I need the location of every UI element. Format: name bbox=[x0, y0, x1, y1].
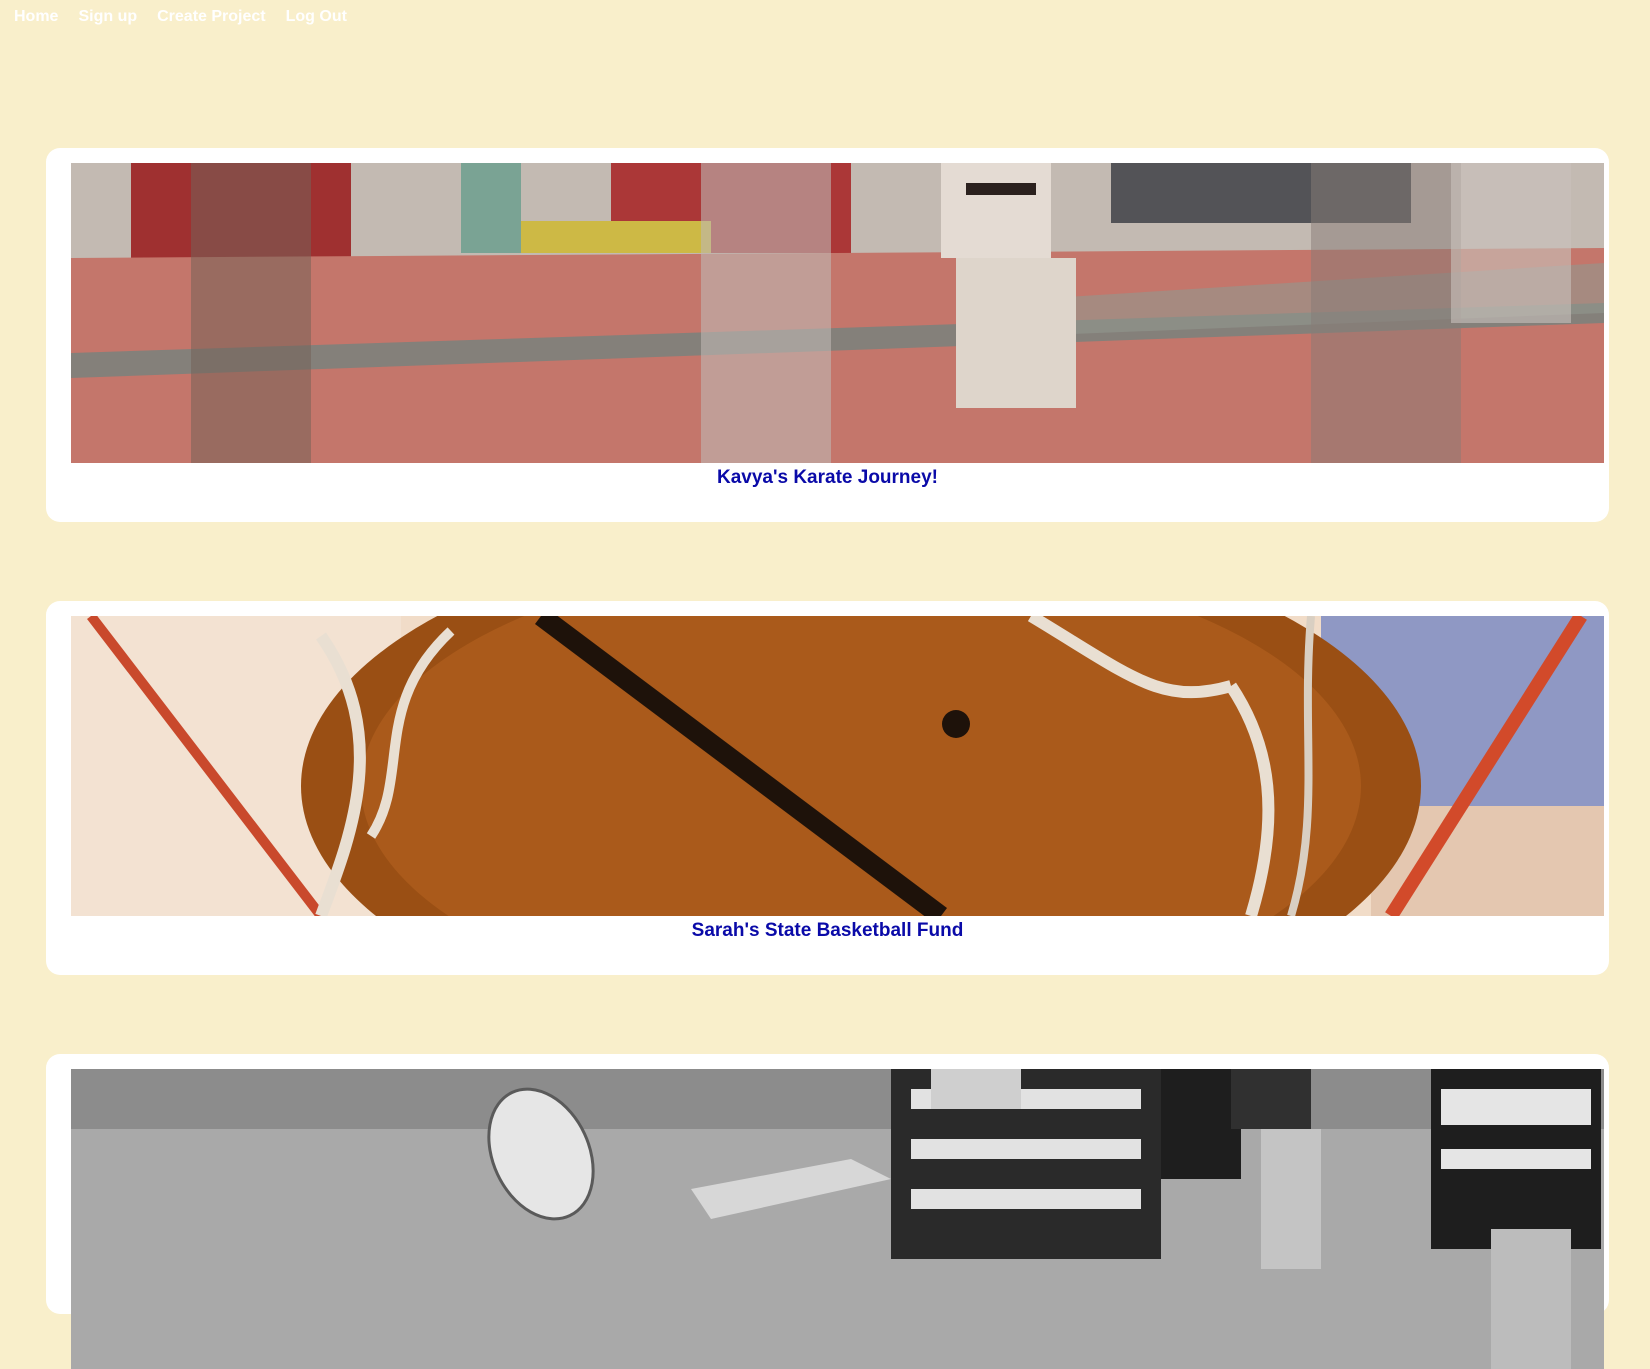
nav-logout-link[interactable]: Log Out bbox=[286, 8, 347, 26]
nav-home-link[interactable]: Home bbox=[14, 8, 58, 26]
project-title-link[interactable]: Kavya's Karate Journey! bbox=[46, 467, 1609, 489]
project-banner-image[interactable] bbox=[71, 163, 1604, 463]
project-title-link[interactable]: Sarah's State Basketball Fund bbox=[46, 920, 1609, 942]
project-card bbox=[46, 1054, 1609, 1369]
karate-photo-graphic bbox=[71, 163, 1604, 463]
top-nav: Home Sign up Create Project Log Out bbox=[14, 8, 347, 26]
nav-create-project-link[interactable]: Create Project bbox=[157, 8, 266, 26]
project-banner-image[interactable] bbox=[71, 616, 1604, 916]
project-card: Sarah's State Basketball Fund bbox=[46, 601, 1609, 975]
project-banner-image[interactable] bbox=[71, 1069, 1604, 1369]
basketball-photo-graphic bbox=[71, 616, 1604, 916]
rugby-photo-graphic bbox=[71, 1069, 1604, 1369]
project-card: Kavya's Karate Journey! bbox=[46, 148, 1609, 522]
nav-signup-link[interactable]: Sign up bbox=[78, 8, 137, 26]
